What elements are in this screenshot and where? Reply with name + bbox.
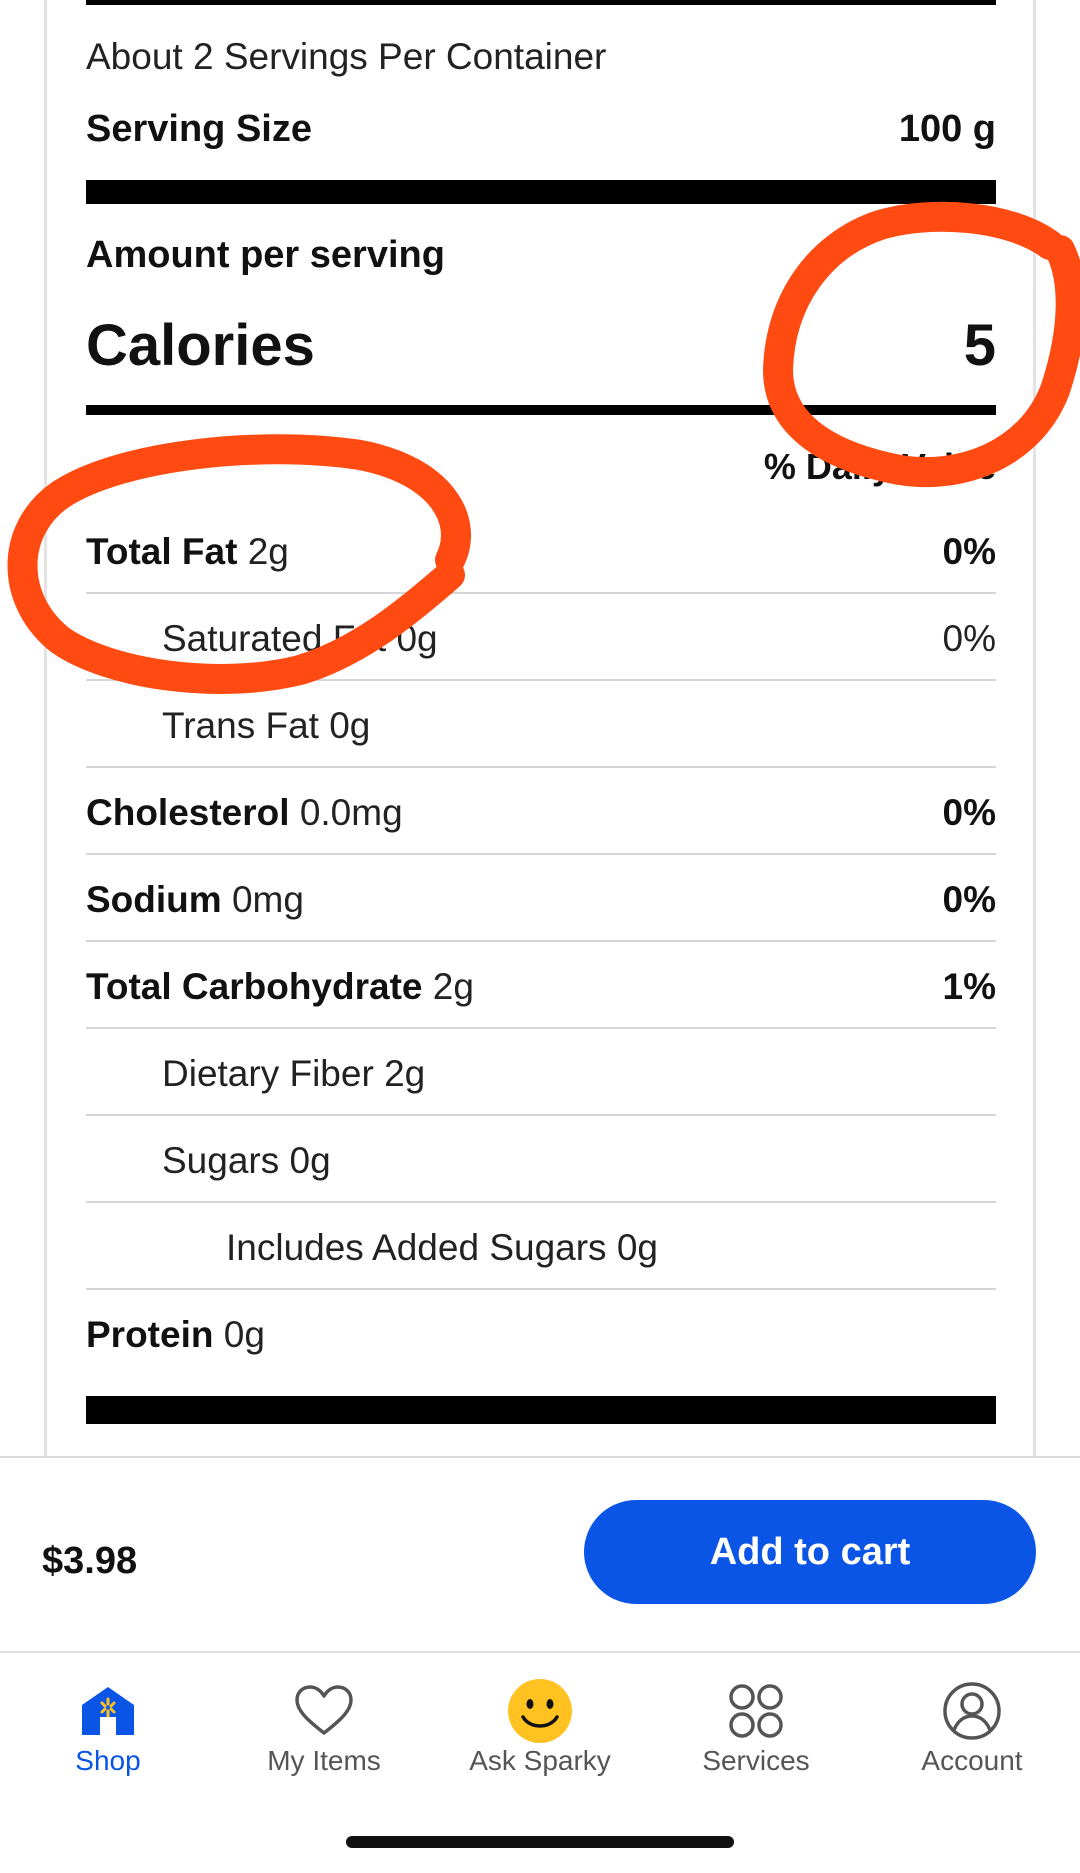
tab-services[interactable]: Services — [648, 1653, 864, 1783]
nutrient-row-sugars: Sugars 0g — [86, 1116, 996, 1203]
nutrient-name: Includes Added Sugars — [226, 1227, 607, 1268]
purchase-bar: $3.98 Add to cart — [0, 1456, 1080, 1651]
amount-per-serving: Amount per serving — [86, 234, 445, 276]
nutrient-name: Saturated Fat — [162, 618, 387, 659]
services-grid-icon — [648, 1677, 864, 1745]
medium-rule — [86, 405, 996, 415]
nutrient-dv: 0% — [942, 618, 996, 659]
serving-size-value: 100 g — [898, 108, 996, 150]
nutrient-name: Protein — [86, 1314, 214, 1355]
tab-label: Account — [921, 1745, 1023, 1776]
bottom-thick-rule — [86, 1396, 996, 1424]
nutrient-dv: 0% — [942, 531, 996, 572]
daily-value-header: % Daily Value — [763, 446, 996, 487]
nutrient-name: Total Carbohydrate — [86, 966, 423, 1007]
nutrient-row-total-fat: Total Fat 2g 0% — [86, 507, 996, 594]
nutrient-name: Sodium — [86, 879, 222, 920]
top-rule — [86, 0, 996, 5]
tab-my-items[interactable]: My Items — [216, 1653, 432, 1783]
calories-row: Calories 5 — [86, 312, 996, 382]
thick-rule — [86, 180, 996, 204]
nutrient-amount: 2g — [432, 966, 474, 1007]
sparky-smiley-icon — [432, 1677, 648, 1745]
nutrient-name: Cholesterol — [86, 792, 290, 833]
home-indicator[interactable] — [346, 1836, 734, 1848]
price: $3.98 — [42, 1540, 138, 1582]
nutrient-row-sodium: Sodium 0mg 0% — [86, 855, 996, 942]
nutrient-row-added-sugars: Includes Added Sugars 0g — [86, 1203, 996, 1290]
account-icon — [864, 1677, 1080, 1745]
shop-icon — [0, 1677, 216, 1745]
heart-icon — [216, 1677, 432, 1745]
nutrient-row-cholesterol: Cholesterol 0.0mg 0% — [86, 768, 996, 855]
nutrient-amount: 0g — [396, 618, 438, 659]
tab-label: Ask Sparky — [469, 1745, 611, 1776]
nutrient-amount: 0g — [616, 1227, 658, 1268]
nutrient-amount: 0g — [329, 705, 371, 746]
nutrient-dv: 0% — [942, 792, 996, 833]
nutrient-amount: 0g — [289, 1140, 331, 1181]
serving-size-label: Serving Size — [86, 108, 312, 150]
tab-ask-sparky[interactable]: Ask Sparky — [432, 1653, 648, 1783]
nutrient-dv: 0% — [942, 879, 996, 920]
nutrient-row-saturated-fat: Saturated Fat 0g 0% — [86, 594, 996, 681]
tab-label: My Items — [267, 1745, 381, 1776]
nutrient-name: Dietary Fiber — [162, 1053, 374, 1094]
add-to-cart-button[interactable]: Add to cart — [584, 1500, 1036, 1604]
nutrient-row-protein: Protein 0g — [86, 1290, 996, 1377]
nutrient-amount: 0mg — [231, 879, 304, 920]
nutrient-name: Sugars — [162, 1140, 280, 1181]
nutrient-amount: 0.0mg — [299, 792, 403, 833]
calories-label: Calories — [86, 313, 315, 378]
nutrient-row-trans-fat: Trans Fat 0g — [86, 681, 996, 768]
nutrient-row-total-carbohydrate: Total Carbohydrate 2g 1% — [86, 942, 996, 1029]
calories-value: 5 — [963, 313, 996, 378]
nutrient-row-dietary-fiber: Dietary Fiber 2g — [86, 1029, 996, 1116]
nutrient-amount: 2g — [247, 531, 289, 572]
nutrient-name: Total Fat — [86, 531, 238, 572]
nutrient-name: Trans Fat — [162, 705, 319, 746]
tab-label: Services — [702, 1745, 810, 1776]
tab-shop[interactable]: Shop — [0, 1653, 216, 1783]
tab-label: Shop — [75, 1745, 141, 1776]
nutrient-amount: 0g — [223, 1314, 265, 1355]
servings-per-container: About 2 Servings Per Container — [86, 36, 607, 77]
nutrient-dv: 1% — [942, 966, 996, 1007]
tab-account[interactable]: Account — [864, 1653, 1080, 1783]
serving-size-row: Serving Size 100 g — [86, 108, 996, 158]
nutrient-amount: 2g — [384, 1053, 426, 1094]
